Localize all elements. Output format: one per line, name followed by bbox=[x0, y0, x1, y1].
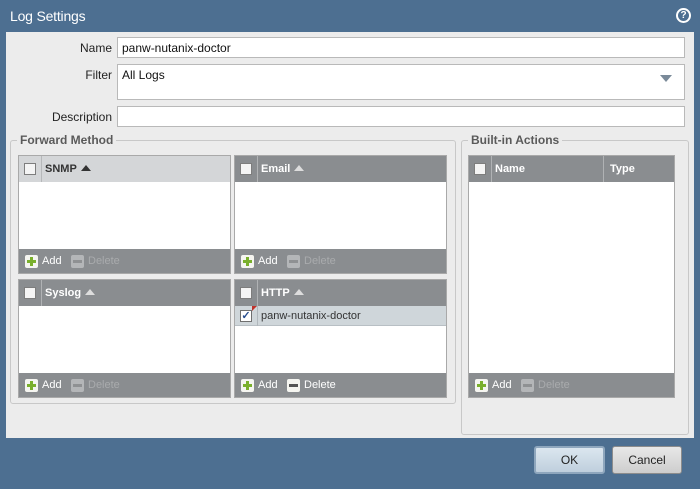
forward-method-group: Forward Method SNMP Add Delete Email Add bbox=[10, 133, 456, 404]
builtin-actions-group: Built-in Actions Name Type Add Delete bbox=[461, 133, 689, 435]
syslog-footer: Add Delete bbox=[19, 373, 230, 397]
sort-asc-icon bbox=[294, 165, 305, 171]
email-column-header[interactable]: Email bbox=[261, 163, 305, 175]
description-label: Description bbox=[51, 110, 112, 124]
filter-label: Filter bbox=[85, 68, 112, 82]
add-icon bbox=[241, 254, 254, 268]
snmp-header: SNMP bbox=[19, 156, 230, 182]
row-checkbox[interactable]: ✓ bbox=[240, 310, 252, 322]
delete-icon bbox=[521, 378, 534, 392]
delete-icon bbox=[71, 378, 84, 392]
dialog-button-bar: OK Cancel bbox=[0, 438, 700, 489]
syslog-panel: Syslog Add Delete bbox=[18, 279, 231, 398]
syslog-add-button[interactable]: Add bbox=[25, 378, 62, 392]
builtin-actions-panel: Name Type Add Delete bbox=[468, 155, 675, 398]
add-icon bbox=[25, 378, 38, 392]
add-icon bbox=[241, 378, 254, 392]
add-icon bbox=[25, 254, 38, 268]
snmp-add-button[interactable]: Add bbox=[25, 254, 62, 268]
cancel-button[interactable]: Cancel bbox=[612, 446, 682, 474]
email-header: Email bbox=[235, 156, 446, 182]
delete-icon bbox=[287, 378, 300, 392]
name-input[interactable]: panw-nutanix-doctor bbox=[117, 37, 685, 58]
select-all-checkbox[interactable] bbox=[24, 163, 36, 175]
sort-asc-icon bbox=[85, 289, 96, 295]
builtin-add-button[interactable]: Add bbox=[475, 378, 512, 392]
builtin-actions-title: Built-in Actions bbox=[468, 133, 563, 147]
help-icon[interactable]: ? bbox=[676, 8, 691, 23]
syslog-delete-button[interactable]: Delete bbox=[71, 378, 120, 392]
sort-asc-icon bbox=[80, 165, 91, 171]
chevron-down-icon[interactable] bbox=[660, 75, 672, 82]
add-icon bbox=[475, 378, 488, 392]
name-label: Name bbox=[79, 41, 112, 55]
type-column-header[interactable]: Type bbox=[610, 163, 635, 175]
select-all-checkbox[interactable] bbox=[474, 163, 486, 175]
http-delete-button[interactable]: Delete bbox=[287, 378, 336, 392]
http-header: HTTP bbox=[235, 280, 446, 306]
builtin-actions-footer: Add Delete bbox=[469, 373, 674, 397]
snmp-delete-button[interactable]: Delete bbox=[71, 254, 120, 268]
filter-value: All Logs bbox=[122, 68, 165, 82]
syslog-column-header[interactable]: Syslog bbox=[45, 287, 96, 299]
http-add-button[interactable]: Add bbox=[241, 378, 278, 392]
select-all-checkbox[interactable] bbox=[240, 287, 252, 299]
select-all-checkbox[interactable] bbox=[240, 163, 252, 175]
snmp-panel: SNMP Add Delete bbox=[18, 155, 231, 274]
dialog-titlebar: Log Settings ? bbox=[0, 0, 700, 32]
http-column-header[interactable]: HTTP bbox=[261, 287, 304, 299]
email-delete-button[interactable]: Delete bbox=[287, 254, 336, 268]
ok-button[interactable]: OK bbox=[534, 446, 605, 474]
http-row-label[interactable]: panw-nutanix-doctor bbox=[261, 310, 361, 322]
dialog-title: Log Settings bbox=[10, 8, 86, 24]
forward-method-title: Forward Method bbox=[17, 133, 117, 147]
description-input[interactable] bbox=[117, 106, 685, 127]
select-all-checkbox[interactable] bbox=[24, 287, 36, 299]
email-add-button[interactable]: Add bbox=[241, 254, 278, 268]
filter-dropdown[interactable]: All Logs bbox=[117, 64, 685, 100]
syslog-header: Syslog bbox=[19, 280, 230, 306]
email-footer: Add Delete bbox=[235, 249, 446, 273]
snmp-column-header[interactable]: SNMP bbox=[45, 163, 91, 175]
builtin-delete-button[interactable]: Delete bbox=[521, 378, 570, 392]
dialog-content: Name panw-nutanix-doctor Filter All Logs… bbox=[6, 32, 694, 438]
http-panel: HTTP ✓ panw-nutanix-doctor Add Delete bbox=[234, 279, 447, 398]
email-panel: Email Add Delete bbox=[234, 155, 447, 274]
sort-asc-icon bbox=[293, 289, 304, 295]
delete-icon bbox=[71, 254, 84, 268]
snmp-footer: Add Delete bbox=[19, 249, 230, 273]
builtin-actions-header: Name Type bbox=[469, 156, 674, 182]
table-row[interactable]: ✓ panw-nutanix-doctor bbox=[235, 306, 446, 326]
delete-icon bbox=[287, 254, 300, 268]
name-column-header[interactable]: Name bbox=[495, 163, 525, 175]
http-footer: Add Delete bbox=[235, 373, 446, 397]
